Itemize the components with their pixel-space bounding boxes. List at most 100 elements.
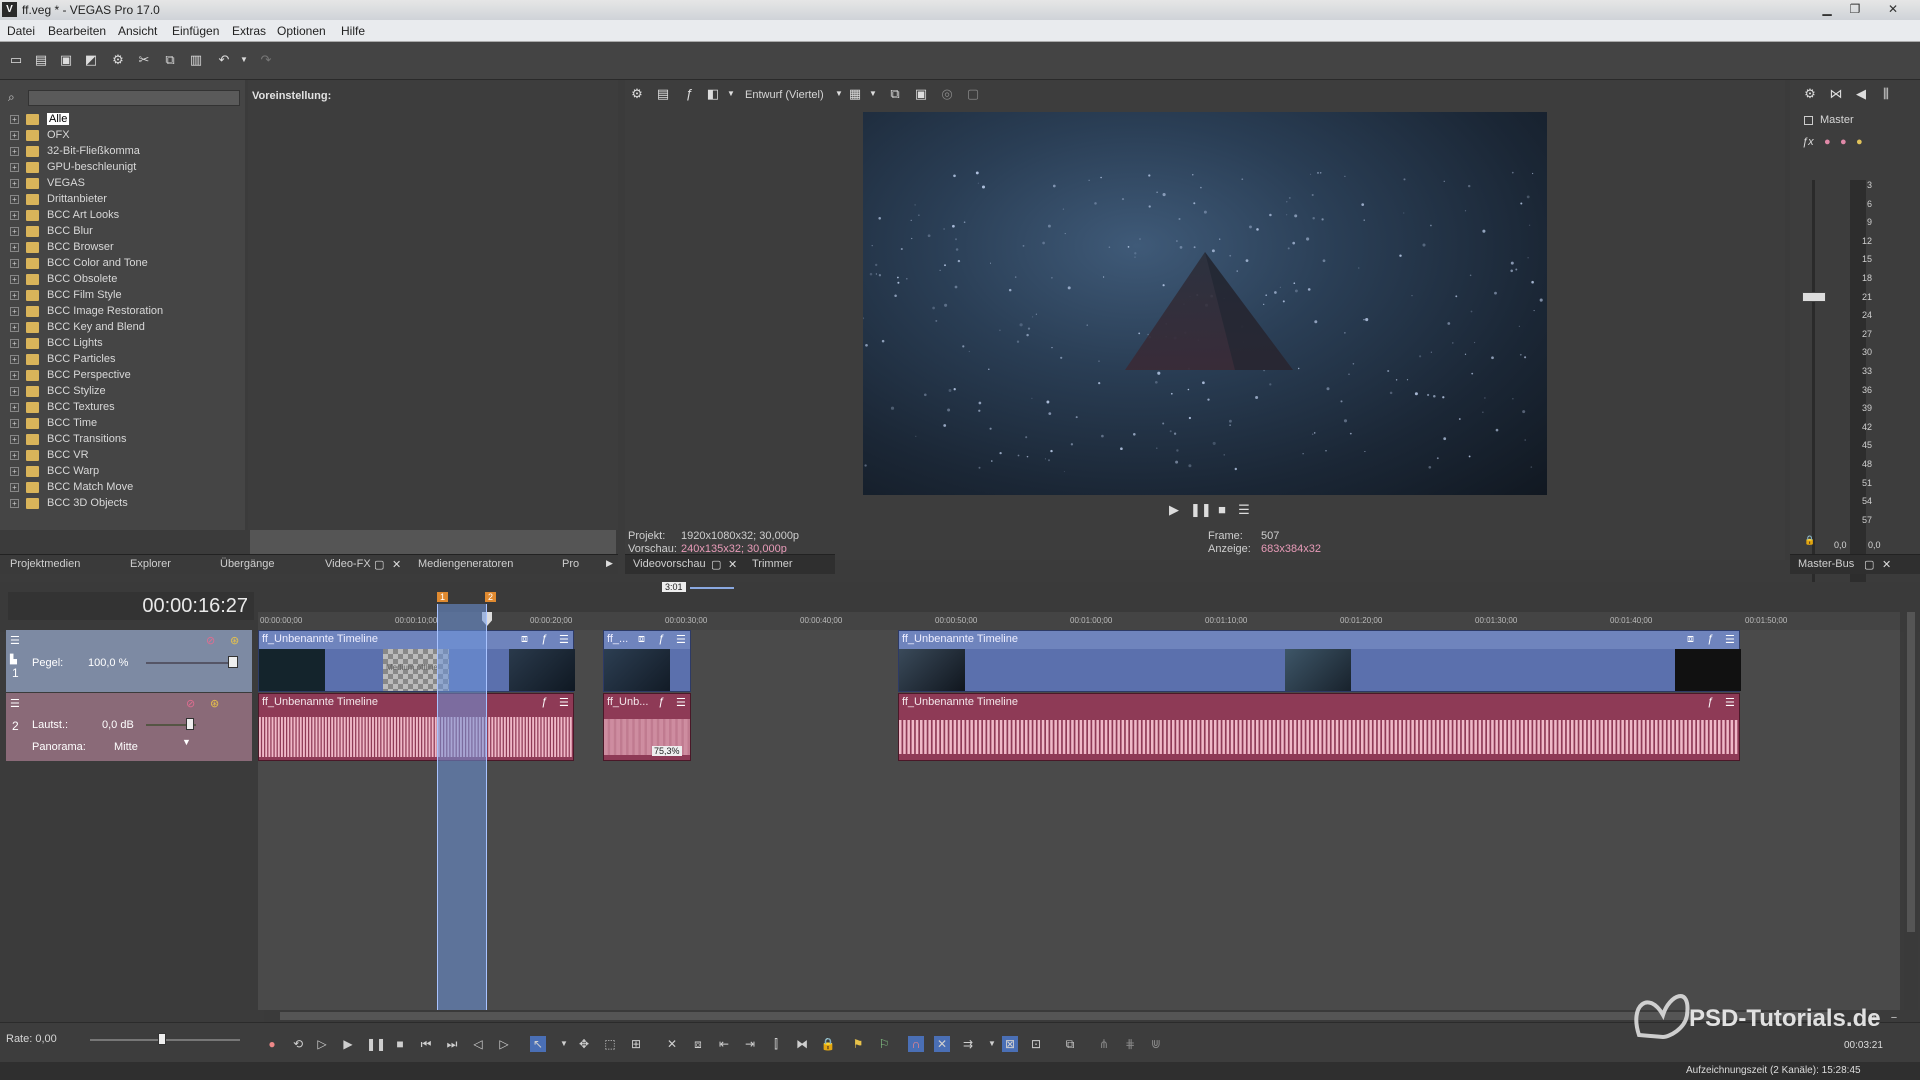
ignore-grouping-icon[interactable]: ⊡ (1028, 1036, 1044, 1052)
audio-track-header[interactable]: ☰ 2 ⊘ ⊛ Lautst.: 0,0 dB Panorama: Mitte … (6, 693, 252, 761)
expand-icon[interactable]: + (10, 435, 19, 444)
preview-menu-icon[interactable]: ☰ (1236, 502, 1252, 518)
preview-settings-gear-icon[interactable]: ⚙ (629, 86, 645, 102)
tab-mediengeneratoren[interactable]: Mediengeneratoren (418, 558, 513, 570)
save-snapshot-icon[interactable]: ▣ (913, 86, 929, 102)
audio-solo-icon[interactable]: ⊛ (210, 697, 219, 710)
expand-icon[interactable]: + (10, 195, 19, 204)
mixer-faders-icon[interactable]: ⫼ (1878, 86, 1894, 102)
trim-icon[interactable]: ⧈ (690, 1036, 706, 1052)
video-fx-close-icon[interactable]: ✕ (392, 558, 401, 571)
expand-icon[interactable]: + (10, 163, 19, 172)
record-icon[interactable]: ● (264, 1036, 280, 1052)
insert-region-icon[interactable]: ⚐ (876, 1036, 892, 1052)
delete-icon[interactable]: ✕ (664, 1036, 680, 1052)
tab-scroll-right-icon[interactable]: ▶ (606, 558, 613, 569)
nested-timeline-icon[interactable]: ⋓ (1148, 1036, 1164, 1052)
tab-video-fx[interactable]: Video-FX (325, 558, 371, 570)
video-clip[interactable]: ff_... ⧈ ƒ ☰ (603, 630, 691, 692)
expand-icon[interactable]: + (10, 307, 19, 316)
expand-icon[interactable]: + (10, 211, 19, 220)
master-auto-icon[interactable]: ● (1856, 136, 1863, 148)
quality-dropdown-icon[interactable]: ▼ (831, 86, 847, 102)
maximize-button[interactable]: ❐ (1843, 1, 1867, 17)
master-checkbox[interactable] (1804, 116, 1813, 125)
master-fx-icon[interactable]: ƒx (1802, 136, 1814, 148)
effects-tree-item[interactable]: + BCC Match Move (10, 480, 240, 496)
timeline-ruler[interactable]: 00:00:00;00 00:00:10;00 00:00:20;00 00:00:3… (258, 612, 1900, 632)
menu-einfuegen[interactable]: Einfügen (172, 24, 219, 38)
effects-tree-item[interactable]: + BCC Obsolete (10, 272, 240, 288)
track-menu-icon[interactable]: ☰ (10, 634, 20, 647)
mixer-speaker-icon[interactable]: ◀ (1853, 86, 1869, 102)
master-fader-handle[interactable] (1802, 292, 1826, 302)
effects-tree-item[interactable]: + OFX (10, 128, 240, 144)
expand-icon[interactable]: + (10, 131, 19, 140)
expand-icon[interactable]: + (10, 419, 19, 428)
effects-tree-item[interactable]: + BCC Perspective (10, 368, 240, 384)
effects-tree-item[interactable]: + BCC Transitions (10, 432, 240, 448)
effects-tree-item[interactable]: + BCC Blur (10, 224, 240, 240)
menu-bearbeiten[interactable]: Bearbeiten (48, 24, 106, 38)
marker-2[interactable]: 2 (485, 592, 497, 602)
clip-menu-icon[interactable]: ☰ (676, 633, 686, 646)
zoom-tool-icon[interactable]: ⊞ (628, 1036, 644, 1052)
expand-icon[interactable]: + (10, 147, 19, 156)
tab-projektmedien[interactable]: Projektmedien (10, 558, 80, 570)
mixer-settings-gear-icon[interactable]: ⚙ (1802, 86, 1818, 102)
event-pan-crop-icon[interactable]: ⧉ (1062, 1036, 1078, 1052)
videovorschau-close-icon[interactable]: ✕ (728, 558, 737, 571)
video-track-header[interactable]: ☰ ▙ 1 ⊘ ⊛ Pegel: 100,0 % (6, 630, 252, 692)
expand-icon[interactable]: + (10, 483, 19, 492)
trim-start-icon[interactable]: ⇤ (716, 1036, 732, 1052)
effects-tree-item[interactable]: + BCC VR (10, 448, 240, 464)
audio-pan-handle-icon[interactable]: ▼ (182, 737, 191, 747)
split-dropdown-icon[interactable]: ▼ (723, 86, 739, 102)
rate-slider-handle[interactable] (158, 1033, 166, 1045)
audio-volume-slider-handle[interactable] (186, 718, 194, 730)
clip-menu-icon[interactable]: ☰ (1725, 696, 1735, 709)
timeline-horizontal-scrollbar[interactable] (264, 1010, 1844, 1022)
clip-fx-icon[interactable]: ƒ (658, 696, 664, 708)
redo-icon[interactable]: ↷ (258, 52, 274, 68)
normal-edit-tool-icon[interactable]: ↖ (530, 1036, 546, 1052)
menu-datei[interactable]: Datei (7, 24, 35, 38)
master-bus-close-icon[interactable]: ✕ (1882, 558, 1891, 571)
tab-trimmer[interactable]: Trimmer (752, 558, 793, 570)
ripple-dropdown-icon[interactable]: ▼ (984, 1036, 1000, 1052)
effects-tree-item[interactable]: +32-Bit-Fließkomma (10, 144, 240, 160)
pause-icon[interactable]: ❚❚ (366, 1036, 386, 1052)
video-solo-icon[interactable]: ⊛ (230, 634, 239, 647)
play-from-start-icon[interactable]: ▷ (314, 1036, 330, 1052)
copy-snapshot-icon[interactable]: ⧉ (887, 86, 903, 102)
clip-menu-icon[interactable]: ☰ (559, 696, 569, 709)
preview-quality-select[interactable]: Entwurf (Viertel) (745, 89, 824, 101)
effects-tree-item[interactable]: + BCC Art Looks (10, 208, 240, 224)
clip-fx-icon[interactable]: ƒ (1707, 696, 1713, 708)
expand-icon[interactable]: + (10, 339, 19, 348)
clip-fx-icon[interactable]: ƒ (541, 696, 547, 708)
lock-envelopes-icon[interactable]: ⊠ (1002, 1036, 1018, 1052)
clip-fx-icon[interactable]: ƒ (541, 633, 547, 645)
play-icon[interactable]: ▶ (340, 1036, 356, 1052)
external-monitor-icon[interactable]: ◎ (939, 86, 955, 102)
undo-icon[interactable]: ↶ (216, 52, 232, 68)
close-button[interactable]: ✕ (1881, 1, 1905, 17)
mixer-downmix-icon[interactable]: ⋈ (1828, 86, 1844, 102)
ripple-icon[interactable]: ⧓ (794, 1036, 810, 1052)
effects-tree-item[interactable]: + GPU-beschleunigt (10, 160, 240, 176)
timeline-tracks[interactable]: ff_Unbenannte Timeline ⧈ ƒ ☰ Medium offl… (258, 630, 1900, 1010)
overlay-grid-icon[interactable]: ▦ (847, 86, 863, 102)
expand-icon[interactable]: + (10, 387, 19, 396)
expand-icon[interactable]: + (10, 259, 19, 268)
menu-optionen[interactable]: Optionen (277, 24, 326, 38)
menu-hilfe[interactable]: Hilfe (341, 24, 365, 38)
effects-tree-item[interactable]: + Drittanbieter (10, 192, 240, 208)
selection-tool-icon[interactable]: ⬚ (602, 1036, 618, 1052)
expand-icon[interactable]: + (10, 291, 19, 300)
effects-tree-item[interactable]: + BCC Warp (10, 464, 240, 480)
minimize-button[interactable]: ▁ (1815, 1, 1839, 17)
preview-device-icon[interactable]: ▤ (655, 86, 671, 102)
master-lock-icon[interactable]: 🔒 (1804, 535, 1815, 546)
preview-pause-icon[interactable]: ❚❚ (1190, 502, 1212, 518)
